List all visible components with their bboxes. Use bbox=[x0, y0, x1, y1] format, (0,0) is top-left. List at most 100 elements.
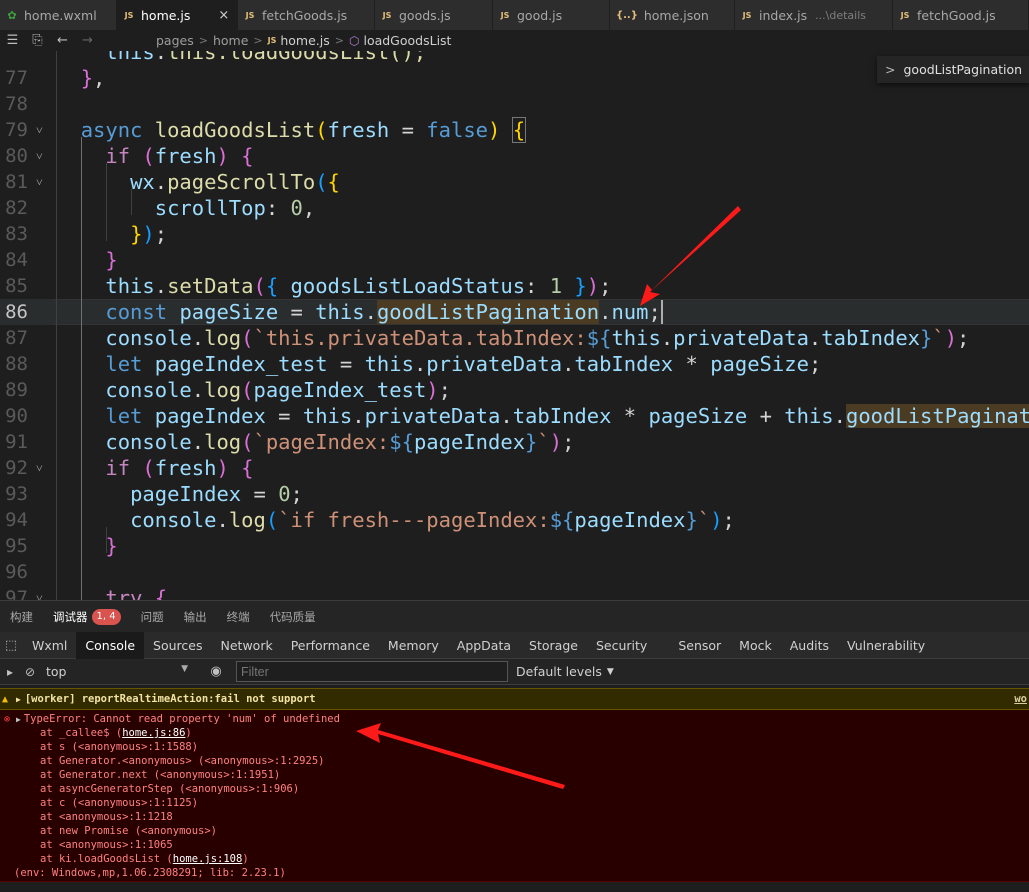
breadcrumb-item[interactable]: home.js bbox=[280, 33, 329, 48]
tab-label: 终端 bbox=[226, 609, 250, 624]
expand-arrow-icon[interactable]: ▶ bbox=[16, 695, 21, 704]
tab-label: 问题 bbox=[140, 609, 164, 624]
tab-network[interactable]: Network bbox=[212, 632, 282, 659]
code-line: 95 } bbox=[0, 533, 1029, 559]
tab-appdata[interactable]: AppData bbox=[448, 632, 520, 659]
code-text: }); bbox=[130, 222, 168, 246]
code-line: 82 scrollTop: 0, bbox=[0, 195, 1029, 221]
expand-arrow-icon[interactable]: ▶ bbox=[16, 715, 21, 724]
console-warning[interactable]: ▲ ▶ [worker] reportRealtimeAction:fail n… bbox=[0, 688, 1029, 710]
code-line: 96 bbox=[0, 559, 1029, 585]
sidebar-toggle-icon[interactable]: ▸ bbox=[0, 665, 20, 679]
stack-frame: at c (<anonymous>:1:1125) bbox=[40, 797, 199, 809]
tab-storage[interactable]: Storage bbox=[520, 632, 587, 659]
tab-build[interactable]: 构建 bbox=[0, 601, 43, 633]
tab-home-js[interactable]: JS home.js × bbox=[117, 0, 238, 30]
tab-performance[interactable]: Performance bbox=[282, 632, 379, 659]
tab-index-js[interactable]: JS index.js ...\details bbox=[735, 0, 893, 30]
tab-sources[interactable]: Sources bbox=[144, 632, 211, 659]
tab-home-json[interactable]: {..} home.json bbox=[610, 0, 735, 30]
log-levels-dropdown[interactable]: Default levels ▼ bbox=[516, 664, 614, 679]
eye-icon[interactable]: ◉ bbox=[196, 664, 236, 679]
line-number: 93 bbox=[5, 483, 28, 505]
levels-label: Default levels bbox=[516, 664, 602, 679]
code-text: console.log(`pageIndex:${pageIndex}`); bbox=[105, 430, 575, 454]
tab-output[interactable]: 输出 bbox=[174, 601, 217, 633]
tab-sensor[interactable]: Sensor bbox=[669, 632, 730, 659]
chevron-down-icon[interactable]: ˅ bbox=[36, 143, 43, 169]
tab-label: fetchGood.js bbox=[917, 7, 996, 23]
chevron-down-icon[interactable]: ˅ bbox=[36, 169, 43, 195]
tab-fetchgoods-js[interactable]: JS fetchGoods.js bbox=[238, 0, 375, 30]
code-text: this.this.loadGoodsList(); bbox=[105, 51, 427, 64]
source-link[interactable]: home.js:86 bbox=[122, 727, 185, 739]
tab-console[interactable]: Console bbox=[76, 631, 145, 659]
close-icon[interactable]: × bbox=[218, 8, 229, 23]
tab-good-js[interactable]: JS good.js bbox=[493, 0, 610, 30]
outline-popup[interactable]: > goodListPagination bbox=[877, 56, 1029, 83]
js-file-icon: JS bbox=[267, 36, 277, 45]
tab-debugger[interactable]: 调试器 1, 4 bbox=[43, 601, 131, 633]
tab-label: Console bbox=[85, 637, 136, 653]
js-file-icon: JS bbox=[742, 10, 752, 20]
source-link[interactable]: wo bbox=[1014, 693, 1027, 705]
tab-memory[interactable]: Memory bbox=[379, 632, 448, 659]
breadcrumb-item[interactable]: loadGoodsList bbox=[363, 33, 451, 48]
clear-console-icon[interactable]: ⊘ bbox=[20, 665, 40, 679]
filter-input[interactable] bbox=[236, 661, 508, 682]
tab-wxml[interactable]: Wxml bbox=[22, 632, 76, 659]
tab-label: Performance bbox=[290, 637, 370, 653]
error-icon: ⊗ bbox=[3, 714, 11, 725]
tab-mock[interactable]: Mock bbox=[730, 632, 781, 659]
chevron-down-icon[interactable]: ˅ bbox=[36, 585, 43, 600]
tab-security[interactable]: Security bbox=[587, 632, 669, 659]
bookmark-icon[interactable]: ⎘ bbox=[25, 33, 50, 48]
code-text: if (fresh) { bbox=[105, 144, 254, 168]
breadcrumb-item[interactable]: pages bbox=[156, 33, 194, 48]
chevron-down-icon[interactable]: ˅ bbox=[36, 117, 43, 143]
code-text: async loadGoodsList(fresh = false) { bbox=[80, 117, 527, 143]
breadcrumb-item[interactable]: home bbox=[213, 33, 248, 48]
tab-label: home.wxml bbox=[24, 7, 97, 23]
code-line: 85 this.setData({ goodsListLoadStatus: 1… bbox=[0, 273, 1029, 299]
code-text: scrollTop: 0, bbox=[154, 196, 316, 220]
inspect-element-icon[interactable]: ⬚ bbox=[0, 638, 22, 653]
tab-audits[interactable]: Audits bbox=[781, 632, 838, 659]
tab-code-quality[interactable]: 代码质量 bbox=[260, 601, 326, 633]
line-number: 90 bbox=[5, 405, 28, 427]
code-editor[interactable]: this.this.loadGoodsList(); 77 }, 78 79 ˅ … bbox=[0, 51, 1029, 600]
tab-label: Wxml bbox=[32, 637, 68, 653]
source-link[interactable]: home.js:108 bbox=[173, 853, 243, 865]
tab-label: Security bbox=[595, 637, 648, 653]
tab-label: Sources bbox=[153, 637, 203, 653]
tab-vulnerability[interactable]: Vulnerability bbox=[838, 632, 934, 659]
tab-label: 输出 bbox=[183, 609, 207, 624]
console-error[interactable]: ⊗ ▶ TypeError: Cannot read property 'num… bbox=[0, 710, 1029, 882]
back-arrow-icon[interactable]: ← bbox=[50, 33, 75, 48]
code-line: 93 pageIndex = 0; bbox=[0, 481, 1029, 507]
console-output[interactable]: ▲ ▶ [worker] reportRealtimeAction:fail n… bbox=[0, 685, 1029, 892]
console-prompt[interactable] bbox=[0, 882, 1029, 892]
line-number: 88 bbox=[5, 353, 28, 375]
tab-terminal[interactable]: 终端 bbox=[217, 601, 260, 633]
tab-problems[interactable]: 问题 bbox=[131, 601, 174, 633]
code-line: 78 bbox=[0, 91, 1029, 117]
method-icon: ⬡ bbox=[348, 33, 360, 48]
code-text: console.log(`if fresh---pageIndex:${page… bbox=[130, 508, 735, 532]
tab-description: ...\details bbox=[815, 8, 867, 22]
tab-goods-js[interactable]: JS goods.js bbox=[375, 0, 493, 30]
chevron-down-icon[interactable]: ˅ bbox=[36, 455, 43, 481]
dropdown-arrow-icon: ▼ bbox=[181, 664, 188, 674]
tab-label: 构建 bbox=[10, 609, 33, 624]
menu-icon[interactable]: ☰ bbox=[0, 33, 25, 48]
forward-arrow-icon[interactable]: → bbox=[75, 33, 100, 48]
line-number: 94 bbox=[5, 509, 28, 531]
tab-fetchgood-js[interactable]: JS fetchGood.js bbox=[893, 0, 1029, 30]
console-toolbar: ▸ ⊘ top ▼ ◉ Default levels ▼ bbox=[0, 659, 1029, 685]
code-line: 97 ˅ try { bbox=[0, 585, 1029, 600]
chevron-right-icon: > bbox=[334, 34, 344, 47]
context-selector[interactable]: top ▼ bbox=[46, 664, 196, 679]
tab-home-wxml[interactable]: ✿ home.wxml bbox=[0, 0, 117, 30]
tab-label: Network bbox=[220, 637, 273, 653]
line-number: 96 bbox=[5, 561, 28, 583]
